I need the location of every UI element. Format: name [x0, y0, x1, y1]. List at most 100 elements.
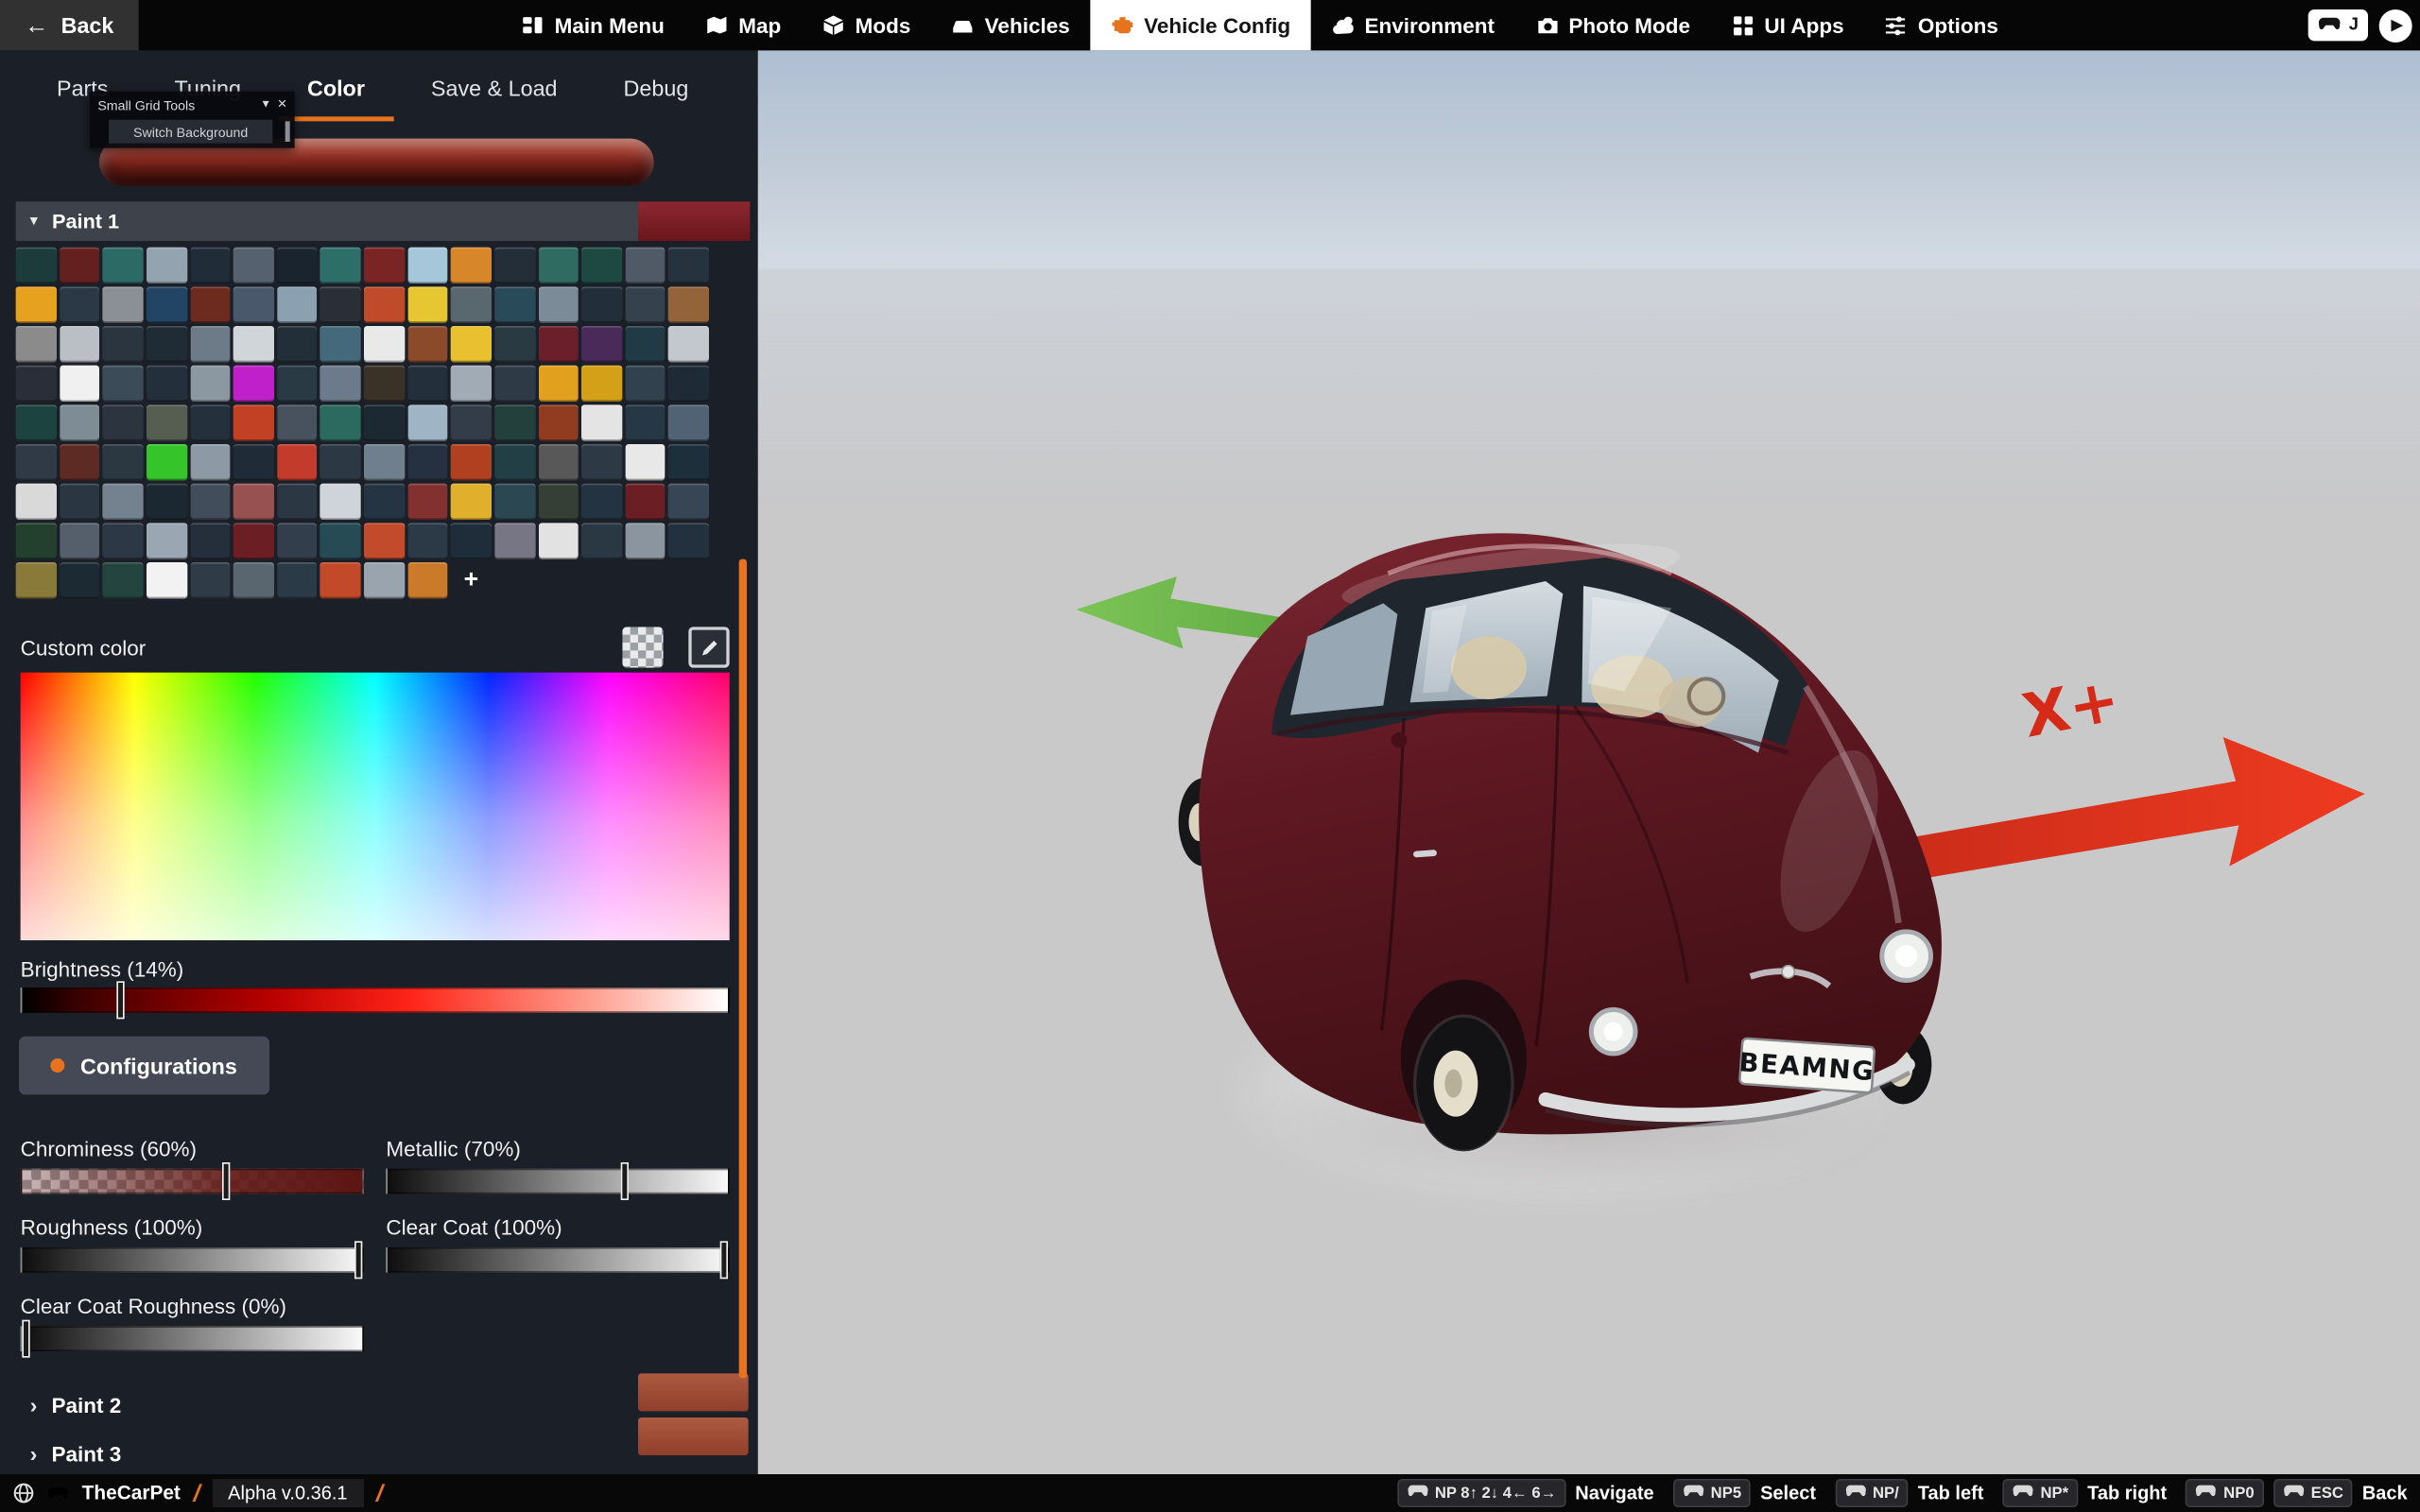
- color-swatch[interactable]: [320, 326, 361, 362]
- color-swatch[interactable]: [364, 248, 405, 284]
- color-swatch[interactable]: [16, 326, 57, 362]
- color-swatch[interactable]: [625, 523, 666, 558]
- color-swatch[interactable]: [407, 248, 448, 284]
- color-swatch[interactable]: [364, 444, 405, 480]
- color-swatch[interactable]: [147, 326, 187, 362]
- color-swatch[interactable]: [103, 326, 144, 362]
- color-swatch[interactable]: [190, 366, 231, 402]
- color-swatch[interactable]: [581, 286, 622, 322]
- color-swatch[interactable]: [277, 286, 318, 322]
- color-swatch[interactable]: [320, 366, 361, 402]
- color-swatch[interactable]: [190, 248, 231, 284]
- color-swatch[interactable]: [16, 286, 57, 322]
- color-swatch[interactable]: [233, 366, 274, 402]
- paint3-header[interactable]: › Paint 3: [16, 1435, 122, 1472]
- color-swatch[interactable]: [147, 286, 187, 322]
- color-swatch[interactable]: [364, 484, 405, 520]
- color-swatch[interactable]: [581, 326, 622, 362]
- edit-color-button[interactable]: [688, 627, 729, 667]
- color-swatch[interactable]: [277, 523, 318, 558]
- color-swatch[interactable]: [233, 444, 274, 480]
- color-swatch[interactable]: [190, 404, 231, 440]
- color-swatch[interactable]: [538, 248, 579, 284]
- play-button[interactable]: ▶: [2379, 9, 2412, 42]
- color-swatch[interactable]: [364, 404, 405, 440]
- color-swatch[interactable]: [451, 404, 492, 440]
- color-swatch[interactable]: [451, 484, 492, 520]
- color-swatch[interactable]: [60, 484, 100, 520]
- menu-item-ui-apps[interactable]: UI Apps: [1711, 0, 1865, 50]
- slider-track[interactable]: [21, 1247, 364, 1273]
- color-swatch[interactable]: [538, 326, 579, 362]
- color-swatch[interactable]: [364, 326, 405, 362]
- color-swatch[interactable]: [190, 326, 231, 362]
- color-swatch[interactable]: [407, 444, 448, 480]
- brightness-slider[interactable]: [21, 988, 730, 1013]
- color-swatch[interactable]: [320, 286, 361, 322]
- color-swatch[interactable]: [16, 248, 57, 284]
- color-swatch[interactable]: [668, 484, 709, 520]
- color-swatch[interactable]: [668, 286, 709, 322]
- color-swatch[interactable]: [494, 286, 535, 322]
- viewport-3d[interactable]: X+: [758, 50, 2420, 1474]
- color-swatch[interactable]: [16, 562, 57, 598]
- color-swatch[interactable]: [668, 444, 709, 480]
- color-swatch[interactable]: [320, 484, 361, 520]
- color-swatch[interactable]: [190, 484, 231, 520]
- brightness-handle[interactable]: [116, 981, 124, 1019]
- color-swatch[interactable]: [625, 484, 666, 520]
- color-swatch[interactable]: [277, 366, 318, 402]
- color-swatch[interactable]: [277, 404, 318, 440]
- color-swatch[interactable]: [60, 326, 100, 362]
- color-swatch[interactable]: [60, 248, 100, 284]
- color-swatch[interactable]: [625, 366, 666, 402]
- color-swatch[interactable]: [190, 286, 231, 322]
- color-swatch[interactable]: [103, 444, 144, 480]
- color-swatch[interactable]: [407, 366, 448, 402]
- color-swatch[interactable]: [494, 366, 535, 402]
- slider-handle[interactable]: [621, 1162, 629, 1200]
- color-swatch[interactable]: [190, 444, 231, 480]
- color-swatch[interactable]: [581, 523, 622, 558]
- color-swatch[interactable]: [277, 326, 318, 362]
- color-swatch[interactable]: [451, 326, 492, 362]
- color-picker-field[interactable]: [21, 673, 730, 940]
- color-swatch[interactable]: [147, 523, 187, 558]
- menu-item-vehicle-config[interactable]: Vehicle Config: [1090, 0, 1310, 50]
- color-swatch[interactable]: [16, 366, 57, 402]
- slider-track[interactable]: [21, 1326, 364, 1351]
- menu-item-map[interactable]: Map: [685, 0, 802, 50]
- color-swatch[interactable]: [233, 523, 274, 558]
- color-swatch[interactable]: [494, 326, 535, 362]
- color-swatch[interactable]: [494, 444, 535, 480]
- color-swatch[interactable]: [103, 484, 144, 520]
- color-swatch[interactable]: [538, 286, 579, 322]
- tab-save-load[interactable]: Save & Load: [403, 63, 586, 122]
- back-button[interactable]: ← Back: [0, 0, 139, 50]
- color-swatch[interactable]: [103, 523, 144, 558]
- menu-item-main-menu[interactable]: Main Menu: [501, 0, 685, 50]
- menu-item-vehicles[interactable]: Vehicles: [931, 0, 1090, 50]
- color-swatch[interactable]: [668, 248, 709, 284]
- slider-track[interactable]: [386, 1169, 729, 1194]
- color-swatch[interactable]: [538, 404, 579, 440]
- menu-item-options[interactable]: Options: [1864, 0, 2018, 50]
- slider-handle[interactable]: [354, 1241, 362, 1279]
- color-swatch[interactable]: [320, 562, 361, 598]
- color-swatch[interactable]: [147, 404, 187, 440]
- configurations-button[interactable]: Configurations: [19, 1037, 268, 1095]
- close-icon[interactable]: ×: [278, 96, 287, 113]
- color-swatch[interactable]: [451, 248, 492, 284]
- color-swatch[interactable]: [60, 404, 100, 440]
- color-swatch[interactable]: [538, 484, 579, 520]
- color-swatch[interactable]: [277, 484, 318, 520]
- color-swatch[interactable]: [581, 404, 622, 440]
- color-swatch[interactable]: [277, 562, 318, 598]
- color-swatch[interactable]: [147, 248, 187, 284]
- color-swatch[interactable]: [625, 248, 666, 284]
- add-color-button[interactable]: +: [451, 562, 492, 598]
- paint1-color-preview[interactable]: [638, 201, 750, 241]
- color-swatch[interactable]: [147, 484, 187, 520]
- color-swatch[interactable]: [451, 366, 492, 402]
- color-swatch[interactable]: [103, 248, 144, 284]
